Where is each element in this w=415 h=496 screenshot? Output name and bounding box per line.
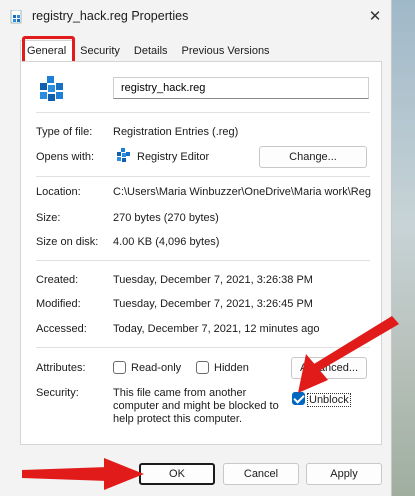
tab-previous-versions[interactable]: Previous Versions [175, 40, 277, 62]
attributes-label: Attributes: [36, 362, 86, 374]
size-on-disk-label: Size on disk: [36, 236, 99, 248]
title-bar[interactable]: registry_hack.reg Properties ✕ [0, 0, 392, 34]
properties-dialog: registry_hack.reg Properties ✕ General S… [0, 0, 392, 496]
file-name-input[interactable] [113, 77, 369, 99]
close-button[interactable]: ✕ [362, 4, 388, 30]
read-only-checkbox[interactable] [113, 361, 126, 374]
size-value: 270 bytes (270 bytes) [113, 212, 219, 224]
registry-editor-icon [117, 148, 130, 162]
tab-details[interactable]: Details [127, 40, 175, 62]
cancel-button[interactable]: Cancel [223, 463, 299, 485]
unblock-label[interactable]: Unblock [307, 393, 351, 407]
close-icon: ✕ [368, 8, 382, 25]
hidden-label[interactable]: Hidden [214, 362, 249, 374]
registry-editor-large-icon [40, 76, 63, 101]
separator [36, 176, 370, 177]
opens-with-value: Registry Editor [137, 151, 210, 163]
created-value: Tuesday, December 7, 2021, 3:26:38 PM [113, 274, 313, 286]
change-button[interactable]: Change... [259, 146, 367, 168]
type-of-file-value: Registration Entries (.reg) [113, 126, 239, 138]
hidden-checkbox[interactable] [196, 361, 209, 374]
security-label: Security: [36, 387, 79, 399]
modified-label: Modified: [36, 298, 81, 310]
tab-security[interactable]: Security [73, 40, 127, 62]
window-title: registry_hack.reg Properties [32, 9, 189, 23]
separator [36, 112, 370, 113]
size-on-disk-value: 4.00 KB (4,096 bytes) [113, 236, 220, 248]
created-label: Created: [36, 274, 79, 286]
registry-file-icon [10, 10, 22, 24]
location-label: Location: [36, 186, 81, 198]
accessed-value: Today, December 7, 2021, 12 minutes ago [113, 323, 320, 335]
advanced-button[interactable]: Advanced... [291, 357, 367, 379]
accessed-label: Accessed: [36, 323, 87, 335]
modified-value: Tuesday, December 7, 2021, 3:26:45 PM [113, 298, 313, 310]
security-message: This file came from another computer and… [113, 387, 279, 425]
general-tab-highlight [22, 36, 75, 64]
separator [36, 347, 370, 348]
size-label: Size: [36, 212, 61, 224]
separator [36, 260, 370, 261]
type-of-file-label: Type of file: [36, 126, 93, 138]
apply-button[interactable]: Apply [306, 463, 382, 485]
location-value: C:\Users\Maria Winbuzzer\OneDrive\Maria … [113, 186, 371, 198]
unblock-checkbox[interactable] [292, 392, 305, 405]
read-only-label[interactable]: Read-only [131, 362, 181, 374]
general-panel: Type of file: Registration Entries (.reg… [20, 61, 382, 445]
opens-with-label: Opens with: [36, 151, 95, 163]
ok-button[interactable]: OK [139, 463, 215, 485]
